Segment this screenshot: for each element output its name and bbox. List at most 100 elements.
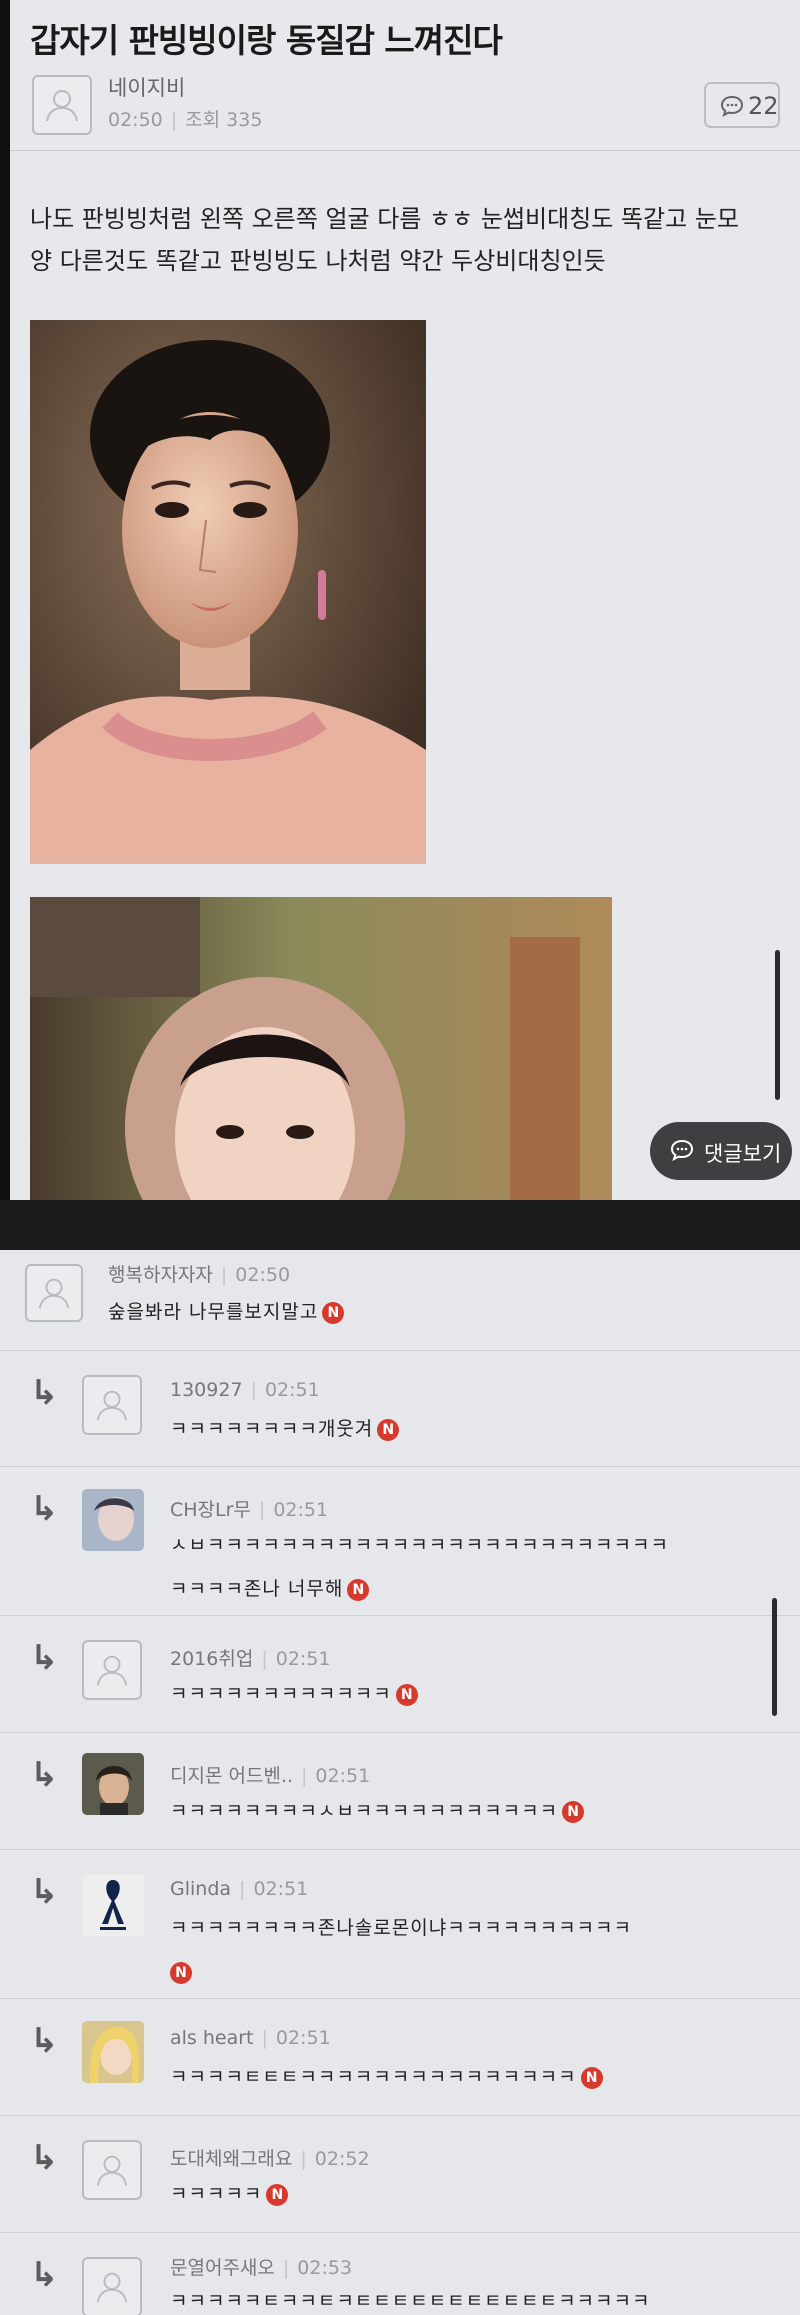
- new-badge-icon: N: [266, 2183, 289, 2206]
- reply-arrow-icon: ↳: [30, 1638, 59, 1678]
- comment-text-content: ㅋㅋㅋㅋㅋㅋㅋㅋ개웃겨: [170, 1418, 374, 1440]
- comment-text-content: ㅋㅋㅋㅋㅋ: [170, 2183, 263, 2205]
- new-badge-icon: N: [562, 1800, 585, 1823]
- reply-item: ↳ Glinda | 02:51 ㅋㅋㅋㅋㅋㅋㅋㅋ존나솔로몬이냐ㅋㅋㅋㅋㅋㅋㅋㅋㅋㅋ…: [0, 1850, 800, 1999]
- reply-arrow-icon: ↳: [30, 1489, 59, 1529]
- reply-item: ↳ 2016취업 | 02:51 ㅋㅋㅋㅋㅋㅋㅋㅋㅋㅋㅋㅋ N: [0, 1616, 800, 1733]
- new-badge-icon: N: [322, 1301, 345, 1324]
- commenter-meta: als heart | 02:51: [170, 2027, 331, 2049]
- comment-time: 02:51: [273, 1499, 329, 1521]
- commenter-avatar[interactable]: [82, 1753, 144, 1815]
- comments-scrollbar[interactable]: [772, 1598, 777, 1716]
- comment-text: ㅋㅋㅋㅋㅋㅌㅋㅋㅌㅋㅌㅌㅌㅌㅌㅌㅌㅌㅌㅌㅌㅋㅋㅋㅋㅋ: [170, 2279, 650, 2315]
- comment-text-content: 숲을봐라 나무를보지말고: [108, 1301, 319, 1323]
- comment-time: 02:53: [297, 2257, 353, 2279]
- reply-item: ↳ als heart | 02:51 ㅋㅋㅋㅋㅌㅌㅌㅋㅋㅋㅋㅋㅋㅋㅋㅋㅋㅋㅋㅋㅋㅋ…: [0, 1999, 800, 2116]
- comments-screenshot: 행복하자자자 | 02:50 숲을봐라 나무를보지말고 N ↳ 130927 | 02:5…: [0, 1250, 800, 2315]
- reply-item: ↳ 문열어주새오 | 02:53 ㅋㅋㅋㅋㅋㅌㅋㅋㅌㅋㅌㅌㅌㅌㅌㅌㅌㅌㅌㅌㅌㅋㅋㅋㅋ…: [0, 2233, 800, 2315]
- commenter-avatar[interactable]: [82, 2140, 142, 2200]
- reply-arrow-icon: ↳: [30, 1872, 59, 1912]
- reply-arrow-icon: ↳: [30, 2138, 59, 2178]
- comment-time: 02:52: [314, 2148, 370, 2170]
- reply-arrow-icon: ↳: [30, 1373, 59, 1413]
- commenter-avatar[interactable]: [82, 1874, 144, 1936]
- reply-arrow-icon: ↳: [30, 2255, 59, 2295]
- comment-text: ㅅㅂㅋㅋㅋㅋㅋㅋㅋㅋㅋㅋㅋㅋㅋㅋㅋㅋㅋㅋㅋㅋㅋㅋㅋㅋㅋ ㅋㅋㅋㅋ존나 너무해 N: [170, 1523, 669, 1611]
- commenter-avatar[interactable]: [82, 1489, 144, 1551]
- comment-item: 행복하자자자 | 02:50 숲을봐라 나무를보지말고 N: [0, 1250, 800, 1351]
- comment-count-button[interactable]: 22: [704, 82, 780, 128]
- author-avatar[interactable]: [32, 75, 92, 135]
- commenter-name[interactable]: als heart: [170, 2027, 254, 2049]
- post-article: 갑자기 판빙빙이랑 동질감 느껴진다 네이지비 02:50 | 조회 335 22 …: [10, 0, 800, 1200]
- comment-time: 02:51: [315, 1765, 371, 1787]
- commenter-meta: Glinda | 02:51: [170, 1878, 309, 1900]
- new-badge-icon: N: [395, 1683, 418, 1706]
- person-silhouette-icon: [38, 1278, 70, 1309]
- comment-time: 02:51: [264, 1379, 320, 1401]
- reply-arrow-icon: ↳: [30, 2021, 59, 2061]
- header-divider: [10, 150, 800, 151]
- commenter-meta: CH장Lr무 | 02:51: [170, 1499, 329, 1521]
- commenter-avatar[interactable]: [25, 1264, 83, 1322]
- commenter-name[interactable]: 도대체왜그래요: [170, 2148, 292, 2170]
- comment-text: ㅋㅋㅋㅋㅋ N: [170, 2172, 289, 2216]
- commenter-meta: 문열어주새오 | 02:53: [170, 2257, 353, 2279]
- comment-time: 02:51: [253, 1878, 309, 1900]
- commenter-name[interactable]: Glinda: [170, 1878, 231, 1900]
- commenter-meta: 행복하자자자 | 02:50: [108, 1264, 291, 1286]
- comment-text-content: ㅋㅋㅋㅋㅋㅋㅋㅋ존나솔로몬이냐ㅋㅋㅋㅋㅋㅋㅋㅋㅋㅋ: [170, 1917, 633, 1939]
- person-silhouette-icon: [96, 1655, 128, 1686]
- post-scrollbar[interactable]: [775, 950, 780, 1100]
- post-meta: 02:50 | 조회 335: [108, 109, 263, 131]
- commenter-name[interactable]: 130927: [170, 1379, 243, 1401]
- comment-text: 숲을봐라 나무를보지말고 N: [108, 1290, 345, 1334]
- view-comments-button[interactable]: 댓글보기: [650, 1122, 792, 1180]
- commenter-name[interactable]: CH장Lr무: [170, 1499, 251, 1521]
- commenter-name[interactable]: 문열어주새오: [170, 2257, 275, 2279]
- comment-text-line-2: ㅋㅋㅋㅋ존나 너무해: [170, 1578, 344, 1600]
- commenter-meta: 2016취업 | 02:51: [170, 1648, 331, 1670]
- commenter-name[interactable]: 행복하자자자: [108, 1264, 213, 1286]
- commenter-meta: 디지몬 어드벤.. | 02:51: [170, 1765, 371, 1787]
- comment-text: ㅋㅋㅋㅋㅌㅌㅌㅋㅋㅋㅋㅋㅋㅋㅋㅋㅋㅋㅋㅋㅋㅋ N: [170, 2055, 603, 2099]
- post-title: 갑자기 판빙빙이랑 동질감 느껴진다: [30, 21, 503, 60]
- comment-text: ㅋㅋㅋㅋㅋㅋㅋㅋㅅㅂㅋㅋㅋㅋㅋㅋㅋㅋㅋㅋㅋ N: [170, 1789, 585, 1833]
- comment-text-content: ㅋㅋㅋㅋㅋㅋㅋㅋㅅㅂㅋㅋㅋㅋㅋㅋㅋㅋㅋㅋㅋ: [170, 1800, 559, 1822]
- commenter-avatar[interactable]: [82, 1375, 142, 1435]
- speech-bubble-icon: [720, 95, 744, 117]
- commenter-avatar[interactable]: [82, 2257, 142, 2315]
- post-views: 조회 335: [185, 109, 263, 131]
- reply-item: ↳ 디지몬 어드벤.. | 02:51 ㅋㅋㅋㅋㅋㅋㅋㅋㅅㅂㅋㅋㅋㅋㅋㅋㅋㅋㅋㅋㅋ N: [0, 1733, 800, 1850]
- view-comments-label: 댓글보기: [704, 1142, 782, 1166]
- comment-text: ㅋㅋㅋㅋㅋㅋㅋㅋ개웃겨 N: [170, 1407, 400, 1451]
- comment-text-line-1: ㅅㅂㅋㅋㅋㅋㅋㅋㅋㅋㅋㅋㅋㅋㅋㅋㅋㅋㅋㅋㅋㅋㅋㅋㅋㅋㅋ: [170, 1534, 669, 1556]
- person-silhouette-icon: [46, 90, 78, 122]
- comment-text: ㅋㅋㅋㅋㅋㅋㅋㅋㅋㅋㅋㅋ N: [170, 1672, 418, 1716]
- reply-arrow-icon: ↳: [30, 1755, 59, 1795]
- commenter-name[interactable]: 디지몬 어드벤..: [170, 1765, 293, 1787]
- screenshot-gap: [0, 1200, 800, 1250]
- person-silhouette-icon: [96, 2272, 128, 2303]
- reply-item: ↳ 130927 | 02:51 ㅋㅋㅋㅋㅋㅋㅋㅋ개웃겨 N: [0, 1351, 800, 1467]
- post-body: 나도 판빙빙처럼 왼쪽 오른쪽 얼굴 다름 ㅎㅎ 눈썹비대칭도 똑같고 눈모 양…: [30, 198, 780, 282]
- comment-text-content: ㅋㅋㅋㅋㅌㅌㅌㅋㅋㅋㅋㅋㅋㅋㅋㅋㅋㅋㅋㅋㅋㅋ: [170, 2066, 577, 2088]
- commenter-avatar[interactable]: [82, 1640, 142, 1700]
- new-badge-icon: N: [377, 1418, 400, 1441]
- person-silhouette-icon: [96, 2155, 128, 2186]
- commenter-meta: 130927 | 02:51: [170, 1379, 320, 1401]
- reply-item: ↳ CH장Lr무 | 02:51 ㅅㅂㅋㅋㅋㅋㅋㅋㅋㅋㅋㅋㅋㅋㅋㅋㅋㅋㅋㅋㅋㅋㅋㅋㅋ…: [0, 1467, 800, 1616]
- person-silhouette-icon: [96, 1390, 128, 1421]
- commenter-meta: 도대체왜그래요 | 02:52: [170, 2148, 370, 2170]
- post-author[interactable]: 네이지비: [108, 72, 185, 102]
- new-badge-icon: N: [580, 2066, 603, 2089]
- post-image-2[interactable]: [30, 897, 612, 1200]
- commenter-name[interactable]: 2016취업: [170, 1648, 253, 1670]
- comment-time: 02:51: [275, 2027, 331, 2049]
- post-image-1[interactable]: [30, 320, 426, 864]
- comment-count: 22: [748, 92, 779, 120]
- reply-item: ↳ 도대체왜그래요 | 02:52 ㅋㅋㅋㅋㅋ N: [0, 2116, 800, 2233]
- comment-text: ㅋㅋㅋㅋㅋㅋㅋㅋ존나솔로몬이냐ㅋㅋㅋㅋㅋㅋㅋㅋㅋㅋ N: [170, 1906, 632, 1994]
- commenter-avatar[interactable]: [82, 2021, 144, 2083]
- comment-time: 02:51: [275, 1648, 331, 1670]
